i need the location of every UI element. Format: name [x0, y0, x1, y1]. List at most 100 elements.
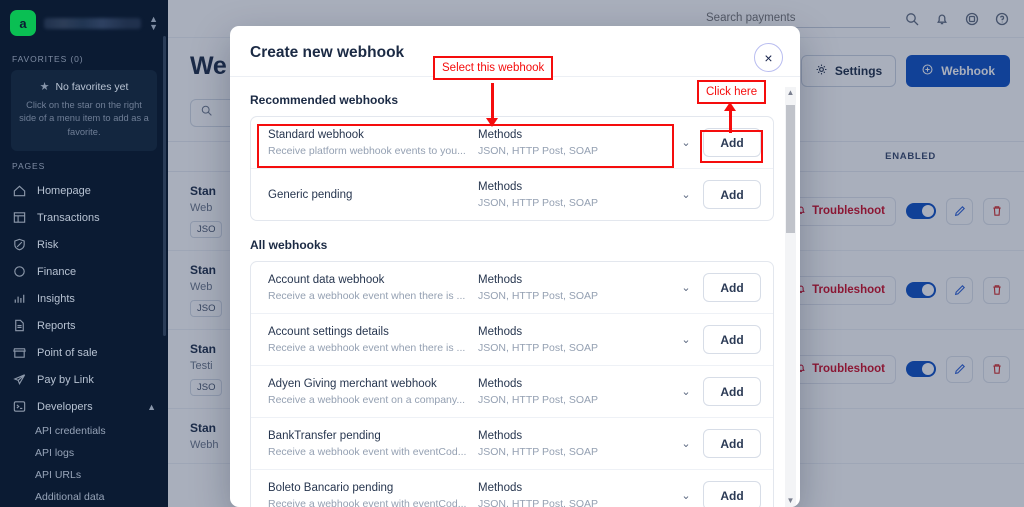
- webhook-row-adyen-giving[interactable]: Adyen Giving merchant webhook Receive a …: [251, 366, 773, 418]
- webhook-row-banktransfer-pending[interactable]: BankTransfer pending Receive a webhook e…: [251, 418, 773, 470]
- sidebar-item-finance[interactable]: Finance: [0, 258, 168, 285]
- scrollbar-thumb[interactable]: [786, 105, 795, 233]
- sidebar-item-pay-by-link[interactable]: Pay by Link: [0, 366, 168, 393]
- chevron-down-icon[interactable]: ⌄: [669, 489, 703, 502]
- close-icon[interactable]: ×: [754, 43, 783, 72]
- add-button[interactable]: Add: [703, 180, 761, 209]
- sidebar-item-api-logs[interactable]: API logs: [0, 442, 168, 464]
- favorites-empty-body: Click on the star on the right side of a…: [19, 100, 149, 137]
- annotation-select-this-webhook: Select this webhook: [433, 56, 554, 80]
- modal-scrollbar[interactable]: ▲ ▼: [785, 87, 796, 507]
- chevron-up-icon: ▲: [147, 401, 156, 412]
- methods-value: JSON, HTTP Post, SOAP: [478, 289, 599, 302]
- add-button[interactable]: Add: [703, 429, 761, 458]
- sidebar-item-transactions[interactable]: Transactions: [0, 204, 168, 231]
- annotation-click-here: Click here: [697, 80, 767, 104]
- sidebar-item-insights[interactable]: Insights: [0, 285, 168, 312]
- all-webhooks-header: All webhooks: [250, 238, 328, 252]
- sidebar-item-reports[interactable]: Reports: [0, 312, 168, 339]
- annotation-highlight-standard-webhook-row: [257, 124, 674, 168]
- methods-value: JSON, HTTP Post, SOAP: [478, 393, 599, 406]
- methods-label: Methods: [478, 481, 523, 494]
- add-button[interactable]: Add: [703, 273, 761, 302]
- sidebar-label: Insights: [37, 292, 75, 305]
- app-logo: a: [10, 10, 36, 36]
- methods-label: Methods: [478, 180, 523, 193]
- webhook-name: Boleto Bancario pending: [268, 481, 394, 494]
- webhook-row-boleto-pending[interactable]: Boleto Bancario pending Receive a webhoo…: [251, 470, 773, 507]
- pages-header: PAGES: [12, 161, 46, 172]
- paper-plane-icon: [12, 372, 27, 387]
- methods-label: Methods: [478, 377, 523, 390]
- favorites-empty-title: No favorites yet: [55, 80, 129, 93]
- add-button[interactable]: Add: [703, 481, 761, 507]
- webhook-desc: Receive a webhook event when there is ..…: [268, 289, 466, 302]
- sidebar-item-point-of-sale[interactable]: Point of sale: [0, 339, 168, 366]
- sidebar-label: Pay by Link: [37, 373, 94, 386]
- annotation-arrow-shaft: [491, 83, 494, 121]
- methods-value: JSON, HTTP Post, SOAP: [478, 497, 599, 507]
- methods-value: JSON, HTTP Post, SOAP: [478, 196, 599, 209]
- chevron-down-icon[interactable]: ⌄: [669, 281, 703, 294]
- sidebar-item-developers[interactable]: Developers ▲: [0, 393, 168, 420]
- sidebar-label: Reports: [37, 319, 76, 332]
- favorites-empty-card: ★ No favorites yet Click on the star on …: [11, 70, 157, 152]
- sidebar-label: Point of sale: [37, 346, 98, 359]
- methods-value: JSON, HTTP Post, SOAP: [478, 341, 599, 354]
- webhook-desc: Receive a webhook event on a company...: [268, 393, 466, 406]
- sidebar-label: Homepage: [37, 184, 91, 197]
- home-icon: [12, 183, 27, 198]
- shield-icon: [12, 237, 27, 252]
- sidebar-label: Transactions: [37, 211, 100, 224]
- terminal-icon: [12, 399, 27, 414]
- favorites-header: FAVORITES (0): [12, 54, 84, 64]
- sidebar-item-risk[interactable]: Risk: [0, 231, 168, 258]
- sidebar-label: Risk: [37, 238, 59, 251]
- star-icon: ★: [39, 81, 50, 93]
- company-name-redacted: [44, 17, 142, 29]
- webhook-desc: Receive a webhook event with eventCod...: [268, 497, 467, 507]
- methods-label: Methods: [478, 325, 523, 338]
- webhook-desc: Receive a webhook event with eventCod...: [268, 445, 467, 458]
- add-button[interactable]: Add: [703, 377, 761, 406]
- webhook-desc: Receive a webhook event when there is ..…: [268, 341, 466, 354]
- methods-label: Methods: [478, 429, 523, 442]
- webhook-row-account-settings[interactable]: Account settings details Receive a webho…: [251, 314, 773, 366]
- document-icon: [12, 318, 27, 333]
- sidebar-item-additional-data[interactable]: Additional data: [0, 486, 168, 507]
- coin-icon: [12, 264, 27, 279]
- chevron-down-icon[interactable]: ⌄: [669, 333, 703, 346]
- screen: a ▲ ▼ FAVORITES (0) ★ No favorites yet Cl…: [0, 0, 1024, 507]
- table-icon: [12, 210, 27, 225]
- all-webhooks-list: Account data webhook Receive a webhook e…: [250, 261, 774, 507]
- chevron-down-icon[interactable]: ⌄: [669, 385, 703, 398]
- chevron-down-icon[interactable]: ⌄: [669, 136, 703, 149]
- sidebar-label: Developers: [37, 400, 93, 413]
- sidebar-label: Finance: [37, 265, 77, 278]
- sidebar-item-api-credentials[interactable]: API credentials: [0, 420, 168, 442]
- scroll-down-arrow-icon[interactable]: ▼: [785, 495, 796, 507]
- webhook-name: Adyen Giving merchant webhook: [268, 377, 437, 390]
- chevron-down-icon[interactable]: ⌄: [669, 188, 703, 201]
- webhook-name: BankTransfer pending: [268, 429, 381, 442]
- methods-value: JSON, HTTP Post, SOAP: [478, 445, 599, 458]
- annotation-arrow-head: [724, 102, 736, 111]
- webhook-name: Generic pending: [268, 188, 353, 201]
- chevron-down-icon[interactable]: ⌄: [669, 437, 703, 450]
- bar-chart-icon: [12, 291, 27, 306]
- sidebar: a ▲ ▼ FAVORITES (0) ★ No favorites yet Cl…: [0, 0, 168, 507]
- chevron-updown-icon[interactable]: ▲ ▼: [149, 15, 158, 32]
- annotation-highlight-add-button: [700, 130, 763, 163]
- recommended-webhooks-header: Recommended webhooks: [250, 93, 399, 107]
- webhook-name: Account settings details: [268, 325, 389, 338]
- webhook-row-account-data[interactable]: Account data webhook Receive a webhook e…: [251, 262, 773, 314]
- account-switcher[interactable]: a ▲ ▼: [0, 0, 168, 44]
- sidebar-item-homepage[interactable]: Homepage: [0, 177, 168, 204]
- add-button[interactable]: Add: [703, 325, 761, 354]
- scroll-up-arrow-icon[interactable]: ▲: [785, 87, 796, 99]
- webhook-row-generic-pending[interactable]: Generic pending Methods JSON, HTTP Post,…: [251, 169, 773, 220]
- sidebar-item-api-urls[interactable]: API URLs: [0, 464, 168, 486]
- webhook-name: Account data webhook: [268, 273, 385, 286]
- store-icon: [12, 345, 27, 360]
- sidebar-scrollbar[interactable]: [163, 36, 166, 336]
